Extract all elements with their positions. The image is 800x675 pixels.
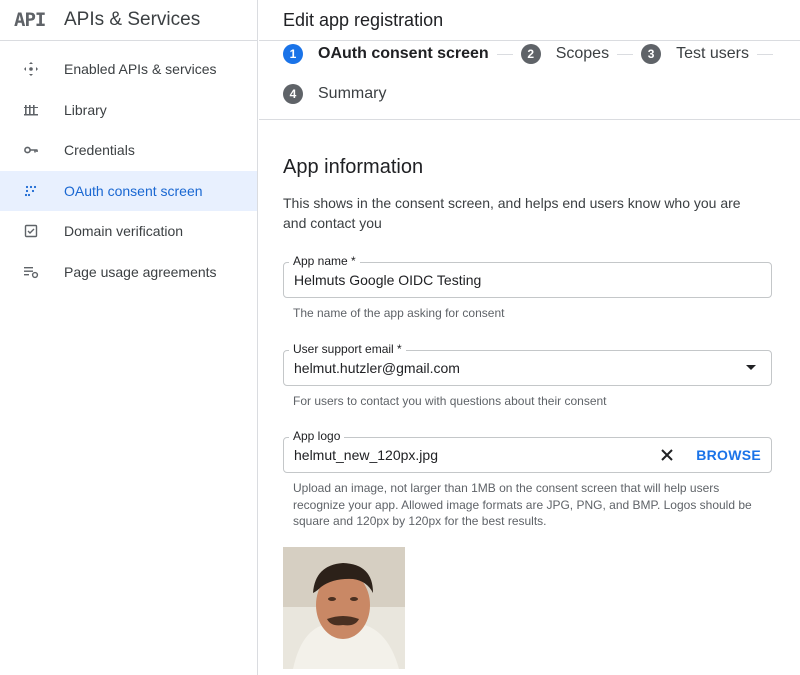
app-name-value: Helmuts Google OIDC Testing — [294, 272, 482, 288]
sidebar-item-label: Page usage agreements — [64, 263, 217, 280]
support-email-label: User support email * — [289, 341, 406, 356]
step-connector — [757, 53, 773, 55]
sidebar-nav: Enabled APIs & services Library Credenti… — [0, 49, 257, 292]
clear-icon[interactable] — [660, 448, 674, 462]
library-icon — [22, 101, 40, 119]
browse-button[interactable]: BROWSE — [696, 447, 761, 463]
app-logo-hint: Upload an image, not larger than 1MB on … — [293, 481, 752, 528]
step-number: 2 — [520, 44, 541, 64]
sidebar-item-credentials[interactable]: Credentials — [0, 130, 257, 171]
stepper: 1 OAuth consent screen 2 Scopes 3 Test u… — [259, 34, 800, 120]
key-icon — [22, 141, 40, 159]
app-name-hint: The name of the app asking for consent — [293, 306, 505, 320]
stepper-row: 4 Summary — [283, 74, 800, 114]
step-label: Test users — [676, 45, 749, 62]
app-information-section: App information This shows in the consen… — [259, 156, 800, 669]
step-scopes[interactable]: 2 Scopes — [520, 44, 610, 64]
support-email-field: helmut.hutzler@gmail.com User support em… — [283, 341, 772, 410]
sidebar-item-domain-verification[interactable]: Domain verification — [0, 211, 257, 252]
step-label: Scopes — [555, 45, 610, 62]
sidebar-item-library[interactable]: Library — [0, 90, 257, 131]
step-number: 4 — [283, 84, 303, 104]
app-name-label: App name * — [289, 254, 360, 268]
page-title: Edit app registration — [283, 9, 444, 30]
dotted-grid-icon — [22, 182, 40, 200]
list-settings-icon — [22, 263, 40, 281]
sidebar-item-page-usage[interactable]: Page usage agreements — [0, 252, 257, 293]
sidebar-item-label: Domain verification — [64, 223, 184, 240]
stepper-row: 1 OAuth consent screen 2 Scopes 3 Test u… — [283, 34, 800, 74]
step-number: 1 — [283, 44, 303, 64]
step-oauth-consent[interactable]: 1 OAuth consent screen — [283, 44, 489, 64]
sidebar-header: API APIs & Services — [0, 0, 257, 41]
sidebar-item-label: Enabled APIs & services — [64, 61, 217, 78]
app-logo-field: helmut_new_120px.jpg BROWSE App logo Upl… — [283, 429, 772, 530]
support-email-hint: For users to contact you with questions … — [293, 393, 607, 408]
checkbox-icon — [22, 222, 40, 240]
section-title: App information — [283, 156, 424, 178]
step-label: Summary — [318, 85, 387, 102]
sidebar-item-label: OAuth consent screen — [64, 182, 203, 199]
app-logo-label: App logo — [289, 429, 345, 443]
app-name-field: Helmuts Google OIDC Testing App name * T… — [283, 254, 772, 322]
sidebar-item-enabled-apis[interactable]: Enabled APIs & services — [0, 49, 257, 90]
app-logo-preview-image — [283, 546, 405, 669]
app-logo-input[interactable]: helmut_new_120px.jpg BROWSE — [283, 437, 772, 473]
diamond-arrows-icon — [22, 60, 40, 78]
step-connector — [496, 53, 513, 55]
app-logo-filename: helmut_new_120px.jpg — [294, 447, 438, 463]
sidebar-item-oauth-consent[interactable]: OAuth consent screen — [0, 170, 257, 211]
support-email-value: helmut.hutzler@gmail.com — [294, 359, 460, 376]
sidebar-item-label: Credentials — [64, 142, 135, 159]
section-description: This shows in the consent screen, and he… — [283, 195, 741, 231]
step-number: 3 — [641, 44, 662, 64]
main-content: Edit app registration 1 OAuth consent sc… — [259, 0, 800, 675]
sidebar-item-label: Library — [64, 101, 107, 118]
dropdown-arrow-icon[interactable] — [746, 365, 756, 370]
step-connector — [617, 53, 634, 55]
step-test-users[interactable]: 3 Test users — [641, 44, 749, 64]
step-summary[interactable]: 4 Summary — [283, 84, 386, 104]
step-label: OAuth consent screen — [318, 45, 489, 62]
sidebar-title[interactable]: APIs & Services — [64, 9, 200, 31]
api-logo[interactable]: API — [14, 9, 64, 31]
sidebar: API APIs & Services Enabled APIs & servi… — [0, 0, 258, 675]
